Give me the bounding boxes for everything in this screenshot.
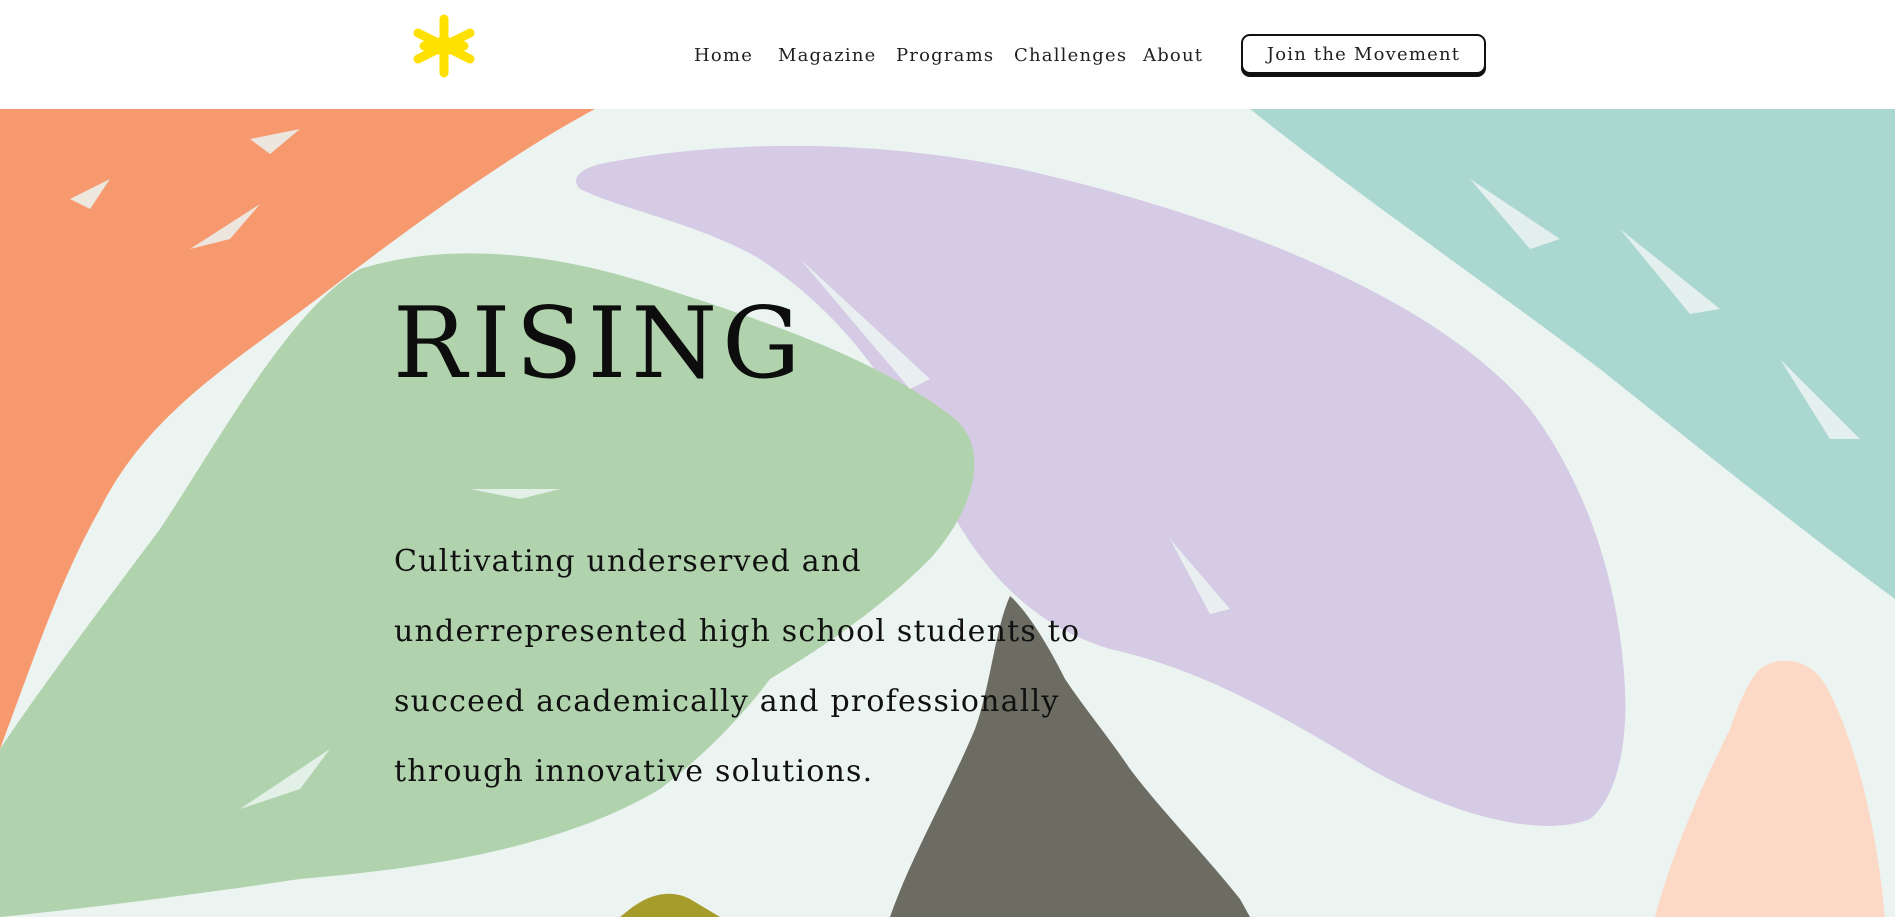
nav-home[interactable]: Home	[694, 42, 753, 70]
nav-challenges[interactable]: Challenges	[1014, 42, 1127, 70]
main-nav: Home Magazine Programs Challenges About	[0, 42, 1895, 70]
hero-description: Cultivating underserved and underreprese…	[394, 544, 1081, 789]
nav-about[interactable]: About	[1143, 42, 1203, 70]
hero-section: RISING Cultivating underserved and under…	[0, 109, 1895, 917]
olive-brush-stroke	[620, 893, 720, 917]
hero-title: RISING	[393, 287, 806, 401]
join-the-movement-button[interactable]: Join the Movement	[1241, 34, 1486, 74]
peach-brush-stroke	[1655, 660, 1885, 917]
nav-programs[interactable]: Programs	[896, 42, 994, 70]
nav-magazine[interactable]: Magazine	[778, 42, 877, 70]
site-header: Home Magazine Programs Challenges About …	[0, 0, 1895, 109]
